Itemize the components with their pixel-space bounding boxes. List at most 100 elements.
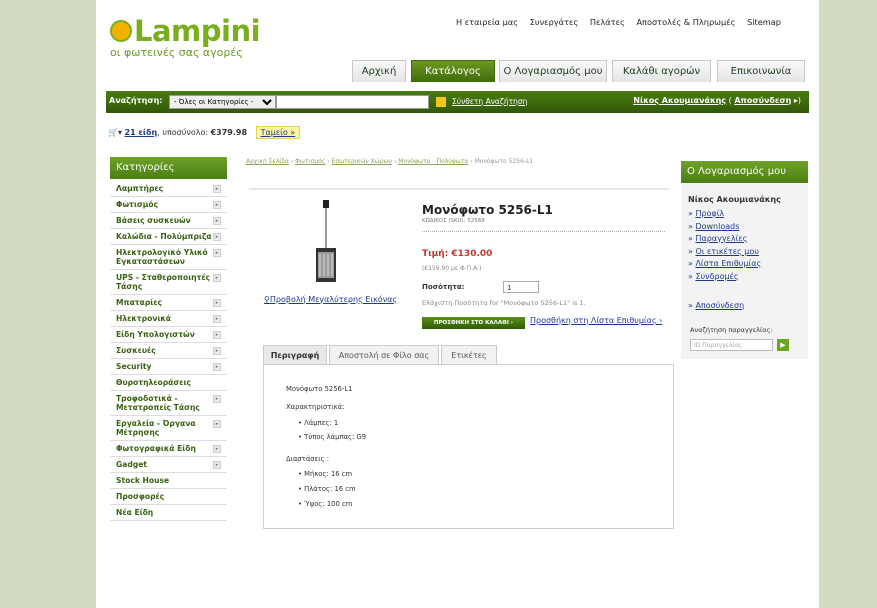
order-id-input[interactable]: ID Παραγγελίας <box>690 339 773 351</box>
tab-home[interactable]: Αρχική <box>352 60 406 82</box>
desc-dim: • Μήκος: 16 cm <box>298 470 353 478</box>
quantity-input[interactable]: 1 <box>503 281 539 293</box>
expand-arrow-icon[interactable]: ▸ <box>213 461 221 469</box>
search-go-icon[interactable] <box>436 97 446 107</box>
advanced-search-link[interactable]: Σύνθετη Αναζήτηση <box>452 97 527 106</box>
category-label: Μπαταρίες <box>116 298 162 307</box>
toplink-clients[interactable]: Πελάτες <box>590 17 625 27</box>
category-label: Καλώδια - Πολύμπριζα <box>116 232 212 241</box>
subtotal-value: €379.98 <box>210 128 248 137</box>
account-link-subscriptions[interactable]: » Συνδρομές <box>688 271 761 284</box>
sidebar-category-item[interactable]: Φωτογραφικά Είδη ▸ <box>110 441 227 457</box>
expand-arrow-icon[interactable]: ▸ <box>213 363 221 371</box>
account-link-orders[interactable]: » Παραγγελίες <box>688 233 761 246</box>
breadcrumb-indoor[interactable]: Εσωτερικών Χώρων <box>332 158 392 165</box>
expand-arrow-icon[interactable]: ▸ <box>213 249 221 257</box>
tab-description[interactable]: Περιγραφή <box>263 345 327 364</box>
order-search-go-icon[interactable]: ▶ <box>777 339 789 351</box>
sidebar-category-item[interactable]: Φωτισμός ▸ <box>110 197 227 213</box>
category-label: Φωτογραφικά Είδη <box>116 444 196 453</box>
sidebar-category-item[interactable]: Security ▸ <box>110 359 227 375</box>
desc-dims-title: Διαστάσεις : <box>286 455 330 463</box>
expand-arrow-icon[interactable]: ▸ <box>213 331 221 339</box>
account-link-tags[interactable]: » Οι ετικέτες μου <box>688 246 761 259</box>
product-title: Μονόφωτο 5256-L1 <box>422 203 553 217</box>
category-select[interactable]: - Όλες οι Κατηγορίες - <box>169 95 276 109</box>
sidebar-category-item[interactable]: Νέα Είδη <box>110 505 227 521</box>
sidebar-category-item[interactable]: Βάσεις συσκευών ▸ <box>110 213 227 229</box>
expand-arrow-icon[interactable]: ▸ <box>213 185 221 193</box>
category-label: Προσφορές <box>116 492 165 501</box>
logout-link[interactable]: Αποσύνδεση <box>734 96 791 105</box>
sidebar-category-item[interactable]: Μπαταρίες ▸ <box>110 295 227 311</box>
tab-contact[interactable]: Επικοινωνία <box>717 60 805 82</box>
categories-title: Κατηγορίες <box>110 157 227 179</box>
lampini-logo[interactable]: Lampini οι φωτεινές σας αγορές <box>110 14 270 59</box>
tab-catalog[interactable]: Κατάλογος <box>411 60 495 82</box>
add-to-wishlist-link[interactable]: Προσθήκη στη Λίστα Επιθυμίας › <box>530 316 662 325</box>
sidebar-category-item[interactable]: Είδη Υπολογιστών ▸ <box>110 327 227 343</box>
expand-arrow-icon[interactable]: ▸ <box>213 395 221 403</box>
category-label: Συσκευές <box>116 346 156 355</box>
sidebar-category-item[interactable]: Ηλεκτρονικά ▸ <box>110 311 227 327</box>
description-panel: Μονόφωτο 5256-L1 Χαρακτηριστικά: • Λάμπε… <box>263 364 674 529</box>
category-label: Θυροτηλεοράσεις <box>116 378 191 387</box>
category-label: Λαμπτήρες <box>116 184 164 193</box>
expand-arrow-icon[interactable]: ▸ <box>213 315 221 323</box>
sidebar-category-item[interactable]: Gadget ▸ <box>110 457 227 473</box>
expand-arrow-icon[interactable]: ▸ <box>213 347 221 355</box>
tab-send-to-friend[interactable]: Αποστολή σε Φίλο σας <box>329 345 439 364</box>
tab-cart[interactable]: Καλάθι αγορών <box>612 60 711 82</box>
expand-arrow-icon[interactable]: ▸ <box>213 274 221 282</box>
category-label: Gadget <box>116 460 148 469</box>
product-image[interactable] <box>314 200 338 290</box>
bulb-icon <box>110 20 132 42</box>
account-link-profile[interactable]: » Προφίλ <box>688 208 761 221</box>
cart-items-link[interactable]: 21 είδη <box>125 128 158 137</box>
tab-my-account[interactable]: Ο Λογαριασμός μου <box>499 60 607 82</box>
sidebar-category-item[interactable]: Λαμπτήρες ▸ <box>110 181 227 197</box>
expand-arrow-icon[interactable]: ▸ <box>213 201 221 209</box>
toplink-partners[interactable]: Συνεργάτες <box>530 17 579 27</box>
breadcrumb-pendants[interactable]: Μονόφωτα - Πολύφωτα <box>398 158 468 165</box>
account-logout-link[interactable]: » Αποσύνδεση <box>688 301 744 310</box>
product-sku: ΚΩΔΙΚΟΣ (SKU): 52568 <box>422 218 485 224</box>
expand-arrow-icon[interactable]: ▸ <box>213 420 221 428</box>
category-label: Είδη Υπολογιστών <box>116 330 195 339</box>
toplink-company[interactable]: Η εταιρεία μας <box>456 17 518 27</box>
page: Lampini οι φωτεινές σας αγορές Η εταιρεί… <box>96 0 819 608</box>
checkout-button[interactable]: Ταμείο » <box>255 126 301 139</box>
sidebar-category-item[interactable]: Συσκευές ▸ <box>110 343 227 359</box>
category-label: UPS - Σταθεροποιητές Τάσης <box>116 273 211 291</box>
cart-icon[interactable]: 🛒▾ <box>108 128 122 137</box>
sidebar-category-item[interactable]: UPS - Σταθεροποιητές Τάσης ▸ <box>110 270 227 295</box>
sidebar-category-item[interactable]: Καλώδια - Πολύμπριζα ▸ <box>110 229 227 245</box>
sidebar-category-item[interactable]: Εργαλεία - Όργανα Μέτρησης ▸ <box>110 416 227 441</box>
desc-dim: • Ύψος: 100 cm <box>298 500 353 508</box>
sidebar-category-item[interactable]: Προσφορές <box>110 489 227 505</box>
breadcrumb-home[interactable]: Αρχική Σελίδα <box>246 158 289 165</box>
account-link-downloads[interactable]: » Downloads <box>688 221 761 234</box>
enlarge-image-link[interactable]: ⚲Προβολή Μεγαλύτερης Εικόνας <box>264 295 397 304</box>
expand-arrow-icon[interactable]: ▸ <box>213 233 221 241</box>
dotted-divider <box>422 231 665 232</box>
sidebar-category-item[interactable]: Θυροτηλεοράσεις <box>110 375 227 391</box>
category-label: Security <box>116 362 152 371</box>
account-link-wishlist[interactable]: » Λίστα Επιθυμίας <box>688 258 761 271</box>
toplink-sitemap[interactable]: Sitemap <box>747 17 781 27</box>
tab-tags[interactable]: Ετικέτες <box>441 345 497 364</box>
breadcrumb-current: Μονόφωτο 5256-L1 <box>474 158 534 165</box>
expand-arrow-icon[interactable]: ▸ <box>213 299 221 307</box>
quantity-label: Ποσότητα: <box>422 283 465 291</box>
sidebar-category-item[interactable]: Ηλεκτρολογικό Υλικό Εγκαταστάσεων ▸ <box>110 245 227 270</box>
user-name-link[interactable]: Νίκος Ακουμιανάκης <box>633 96 726 105</box>
expand-arrow-icon[interactable]: ▸ <box>213 445 221 453</box>
add-to-cart-button[interactable]: ΠΡΟΣΘΗΚΗ ΣΤΟ ΚΑΛΑΘΙ › <box>422 317 525 329</box>
expand-arrow-icon[interactable]: ▸ <box>213 217 221 225</box>
toplink-shipping[interactable]: Αποστολές & Πληρωμές <box>636 17 735 27</box>
sidebar-category-item[interactable]: Stock House <box>110 473 227 489</box>
breadcrumb-lighting[interactable]: Φωτισμός <box>295 158 325 165</box>
sidebar-category-item[interactable]: Τροφοδοτικά - Μετατροπείς Τάσης ▸ <box>110 391 227 416</box>
category-label: Ηλεκτρολογικό Υλικό Εγκαταστάσεων <box>116 248 208 266</box>
search-input[interactable] <box>276 95 429 109</box>
